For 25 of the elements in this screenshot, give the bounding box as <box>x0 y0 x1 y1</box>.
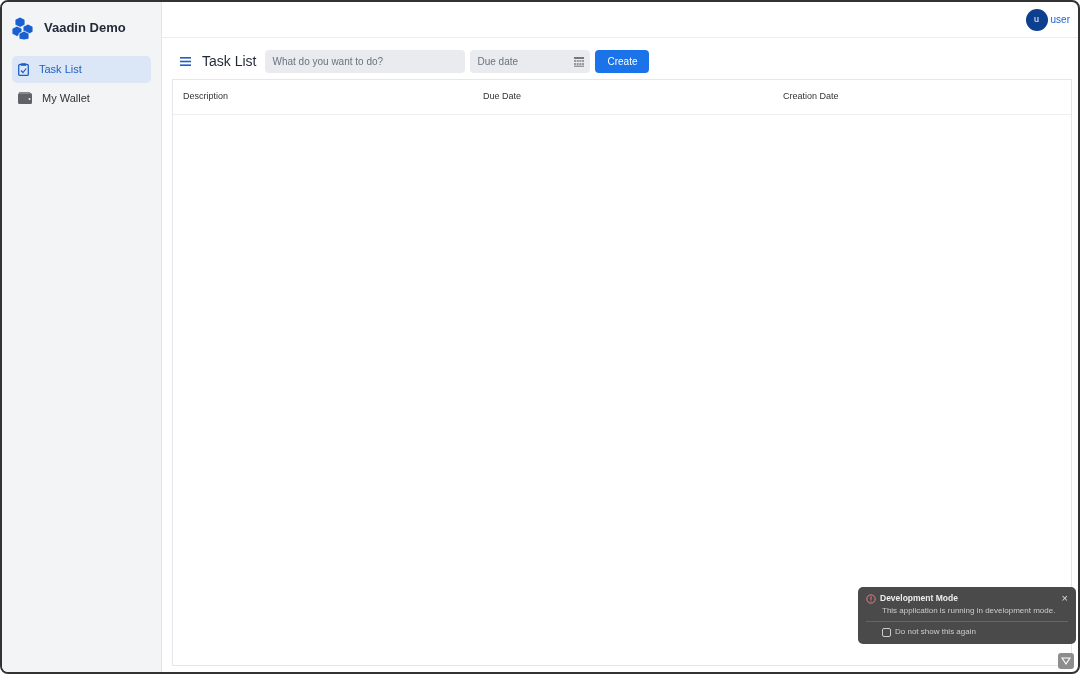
nav-item[interactable]: Task List <box>12 56 151 83</box>
logo-icon <box>12 16 36 40</box>
close-button[interactable]: × <box>1061 593 1068 605</box>
view-title: Task List <box>202 52 257 71</box>
due-date-field[interactable]: Due date <box>470 50 591 73</box>
column-header[interactable]: Description <box>183 90 483 104</box>
wallet-icon <box>18 91 32 104</box>
nav-item[interactable]: My Wallet <box>12 84 151 111</box>
app-title: Vaadin Demo <box>44 19 126 38</box>
funnel-icon <box>1061 656 1071 666</box>
user-name[interactable]: user <box>1050 12 1070 27</box>
warning-icon <box>866 593 876 604</box>
column-header[interactable]: Due Date <box>483 90 783 104</box>
calendar-icon[interactable] <box>574 56 585 67</box>
create-button[interactable]: Create <box>595 50 650 73</box>
notification-message: This application is running in development mode. <box>866 605 1068 622</box>
dev-tools-button[interactable] <box>1058 653 1074 669</box>
description-field[interactable]: What do you want to do? <box>265 50 466 73</box>
notification-title: Development Mode <box>880 592 959 605</box>
avatar[interactable]: u <box>1025 8 1048 31</box>
clipboard-icon <box>18 62 29 76</box>
checkbox-label[interactable]: Do not show this again <box>895 626 976 638</box>
column-header[interactable]: Creation Date <box>783 90 1061 104</box>
checkbox[interactable] <box>882 627 891 637</box>
menu-icon[interactable] <box>180 57 191 66</box>
